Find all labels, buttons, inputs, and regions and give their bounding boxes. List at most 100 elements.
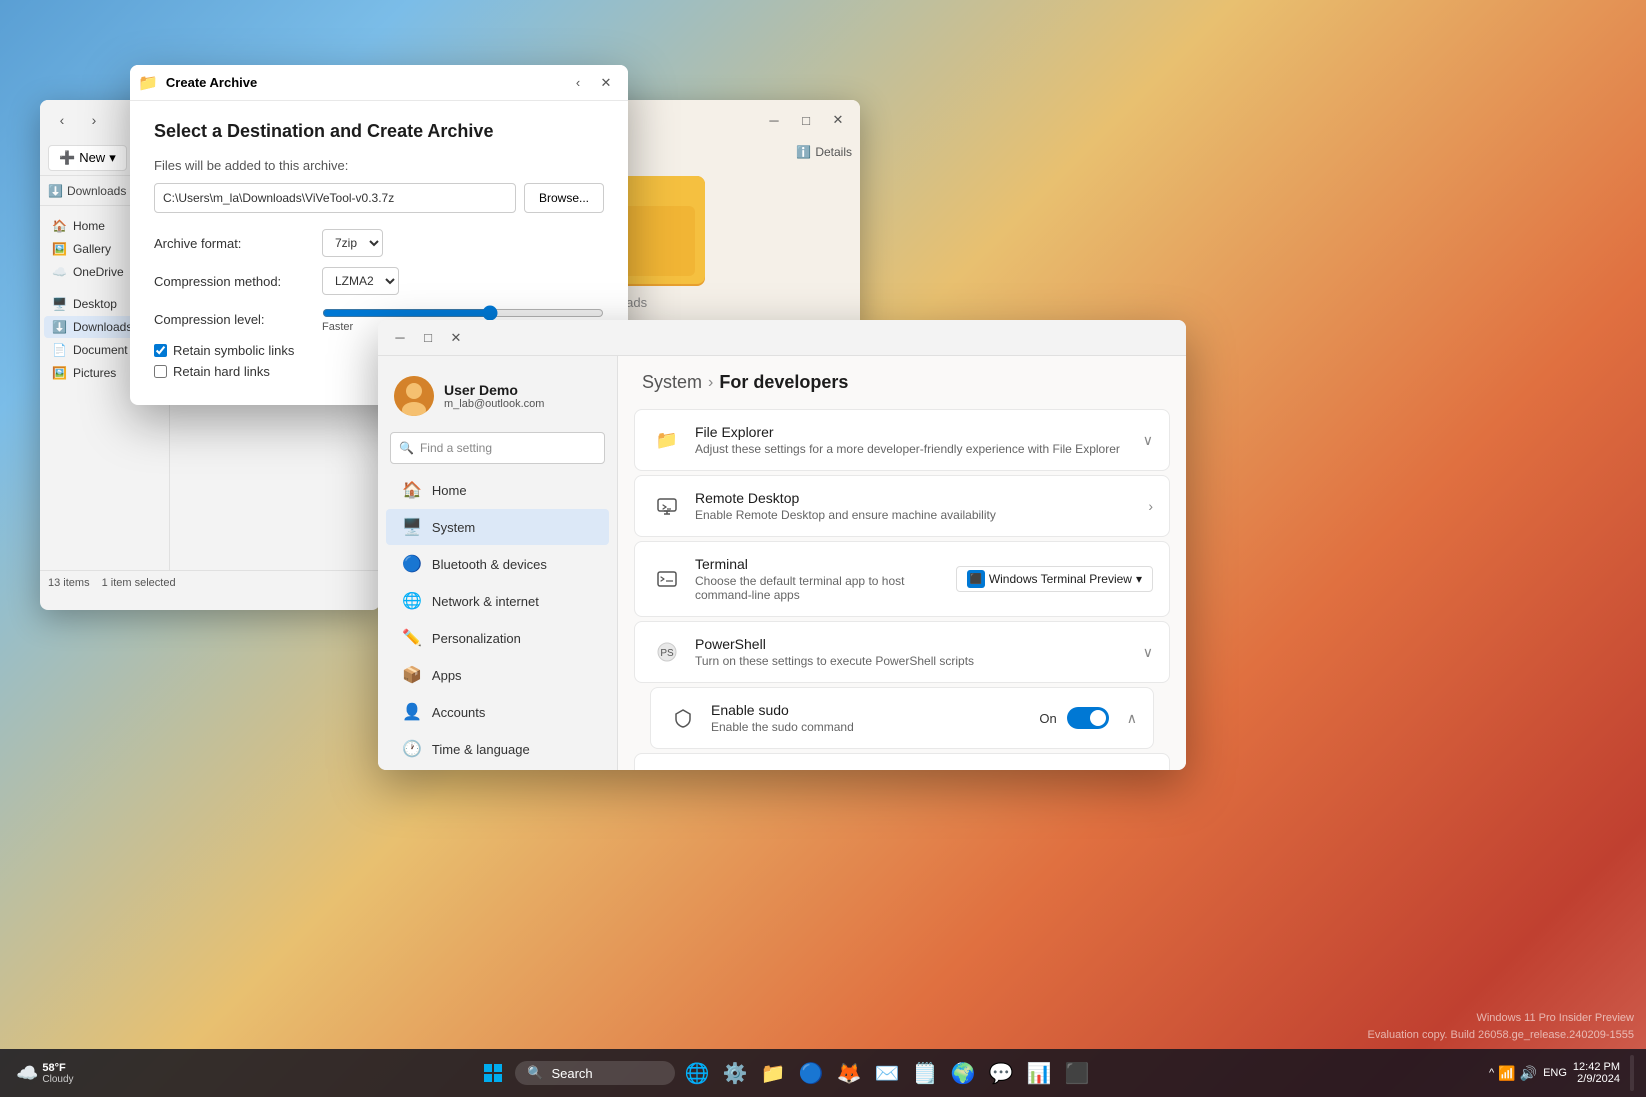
onedrive-icon: ☁️ xyxy=(52,265,67,279)
terminal-select-pill[interactable]: ⬛ Windows Terminal Preview ▾ xyxy=(956,566,1153,592)
sw-search-placeholder: Find a setting xyxy=(420,441,492,455)
sw-item-file-explorer[interactable]: 📁 File Explorer Adjust these settings fo… xyxy=(635,410,1169,470)
details-button[interactable]: ℹ️ Details xyxy=(796,145,852,159)
taskbar-clock[interactable]: 12:42 PM 2/9/2024 xyxy=(1573,1061,1620,1085)
details-label: Details xyxy=(815,145,852,159)
sw-item-remote-desktop[interactable]: Remote Desktop Enable Remote Desktop and… xyxy=(635,476,1169,536)
sw-nav-time[interactable]: 🕐 Time & language xyxy=(386,731,609,767)
ca-archive-format-label: Archive format: xyxy=(154,236,314,251)
sw-minimize-btn[interactable]: ─ xyxy=(386,324,414,352)
file-explorer-item-icon: 📁 xyxy=(651,424,683,456)
volume-tray-icon[interactable]: 🔊 xyxy=(1520,1065,1537,1082)
ca-compression-method-select[interactable]: LZMA2 xyxy=(322,267,399,295)
ca-back-btn[interactable]: ‹ xyxy=(564,69,592,97)
sw-nav-home-label: Home xyxy=(432,483,467,498)
sw-nav-gaming[interactable]: 🎮 Gaming xyxy=(386,768,609,770)
ca-path-input[interactable] xyxy=(154,183,516,213)
remote-desktop-item-icon xyxy=(651,490,683,522)
terminal-value-label: Windows Terminal Preview xyxy=(989,572,1132,586)
weather-icon: ☁️ xyxy=(16,1063,38,1084)
downloads-label: Downloads xyxy=(73,320,132,334)
sudo-configure-chevron-icon: ▾ xyxy=(1145,768,1153,770)
ca-compression-method-label: Compression method: xyxy=(154,274,314,289)
taskbar-app-icon-10[interactable]: 📊 xyxy=(1023,1057,1055,1089)
taskbar-app-icon-7[interactable]: 🗒️ xyxy=(909,1057,941,1089)
sw-item-file-explorer-title: File Explorer xyxy=(695,424,1131,440)
sw-card-terminal: Terminal Choose the default terminal app… xyxy=(634,541,1170,617)
sw-maximize-btn[interactable]: □ xyxy=(414,324,442,352)
taskbar-app-icon-4[interactable]: 🔵 xyxy=(795,1057,827,1089)
thumb-maximize-btn[interactable]: □ xyxy=(792,106,820,134)
taskbar-app-icon-9[interactable]: 💬 xyxy=(985,1057,1017,1089)
thumb-minimize-btn[interactable]: ─ xyxy=(760,106,788,134)
fe-back-btn[interactable]: ‹ xyxy=(48,106,76,134)
avatar xyxy=(394,376,434,416)
taskbar-search-label: Search xyxy=(551,1066,592,1081)
taskbar-app-icon-5[interactable]: 🦊 xyxy=(833,1057,865,1089)
sw-search-box[interactable]: 🔍 Find a setting xyxy=(390,432,605,464)
ca-retain-symbolic-label: Retain symbolic links xyxy=(173,343,294,358)
sw-nav-network[interactable]: 🌐 Network & internet xyxy=(386,583,609,619)
sw-close-btn[interactable]: ✕ xyxy=(442,324,470,352)
sw-sudo-toggle-label: On xyxy=(1039,711,1056,726)
sw-nav-system[interactable]: 🖥️ System xyxy=(386,509,609,545)
taskbar-app-icon-11[interactable]: ⬛ xyxy=(1061,1057,1093,1089)
ca-retain-hard-checkbox[interactable] xyxy=(154,365,167,378)
ca-slider-min: Faster xyxy=(322,321,353,333)
fe-forward-btn[interactable]: › xyxy=(80,106,108,134)
sw-nav-home[interactable]: 🏠 Home xyxy=(386,472,609,508)
taskbar-app-icon-3[interactable]: 📁 xyxy=(757,1057,789,1089)
terminal-chevron-icon: ▾ xyxy=(1136,572,1142,586)
fe-new-button[interactable]: ➕ New ▾ xyxy=(48,145,127,171)
sw-item-sudo-desc: Enable the sudo command xyxy=(711,720,1027,734)
weather-info: 58°F Cloudy xyxy=(42,1062,73,1085)
taskbar-app-icon-1[interactable]: 🌐 xyxy=(681,1057,713,1089)
sw-item-powershell[interactable]: PS PowerShell Turn on these settings to … xyxy=(635,622,1169,682)
fe-new-chevron: ▾ xyxy=(109,150,116,166)
weather-temp: 58°F xyxy=(42,1062,73,1074)
taskbar-weather[interactable]: ☁️ 58°F Cloudy xyxy=(8,1058,82,1089)
sw-nav-personalization[interactable]: ✏️ Personalization xyxy=(386,620,609,656)
ca-archive-format-row: Archive format: 7zip xyxy=(154,229,604,257)
taskbar-search-box[interactable]: 🔍 Search xyxy=(515,1061,675,1085)
ca-close-btn[interactable]: ✕ xyxy=(592,69,620,97)
ca-browse-button[interactable]: Browse... xyxy=(524,183,604,213)
taskbar-app-icon-2[interactable]: ⚙️ xyxy=(719,1057,751,1089)
sw-item-sudo[interactable]: Enable sudo Enable the sudo command On ∧ xyxy=(651,688,1153,748)
sw-sudo-toggle[interactable] xyxy=(1067,707,1109,729)
sw-nav-personalization-label: Personalization xyxy=(432,631,521,646)
sw-sudo-configure-select[interactable]: Inline ▾ xyxy=(1110,768,1153,770)
watermark-line2: Evaluation copy. Build 26058.ge_release.… xyxy=(1368,1027,1634,1044)
sw-nav-bluetooth[interactable]: 🔵 Bluetooth & devices xyxy=(386,546,609,582)
sw-item-remote-desktop-title: Remote Desktop xyxy=(695,490,1136,506)
home-nav-icon: 🏠 xyxy=(402,480,422,500)
sudo-item-icon xyxy=(667,702,699,734)
network-tray-icon[interactable]: 📶 xyxy=(1498,1065,1515,1082)
chevron-up-icon[interactable]: ^ xyxy=(1489,1067,1494,1079)
sw-nav-apps[interactable]: 📦 Apps xyxy=(386,657,609,693)
ca-heading: Select a Destination and Create Archive xyxy=(154,121,604,142)
sw-sudo-configure-row[interactable]: Configure how sudo runs applications Inl… xyxy=(634,753,1170,770)
home-label: Home xyxy=(73,219,105,233)
sw-breadcrumb-separator: › xyxy=(708,374,713,392)
sw-item-terminal[interactable]: Terminal Choose the default terminal app… xyxy=(635,542,1169,616)
ca-archive-format-select[interactable]: 7zip xyxy=(322,229,383,257)
ca-retain-symbolic-checkbox[interactable] xyxy=(154,344,167,357)
taskbar-app-icon-8[interactable]: 🌍 xyxy=(947,1057,979,1089)
sw-breadcrumb-parent[interactable]: System xyxy=(642,372,702,393)
sw-item-powershell-desc: Turn on these settings to execute PowerS… xyxy=(695,654,1131,668)
sw-item-powershell-text: PowerShell Turn on these settings to exe… xyxy=(695,636,1131,668)
thumb-close-btn[interactable]: ✕ xyxy=(824,106,852,134)
sw-item-terminal-text: Terminal Choose the default terminal app… xyxy=(695,556,944,602)
taskbar-app-icon-6[interactable]: ✉️ xyxy=(871,1057,903,1089)
taskbar-lang[interactable]: ENG xyxy=(1543,1067,1567,1079)
downloads-icon: ⬇️ xyxy=(52,320,67,334)
svg-text:PS: PS xyxy=(660,648,674,659)
sw-nav-accounts[interactable]: 👤 Accounts xyxy=(386,694,609,730)
ca-compression-slider[interactable] xyxy=(322,305,604,321)
ca-subtitle: Files will be added to this archive: xyxy=(154,158,604,173)
sw-terminal-action[interactable]: ⬛ Windows Terminal Preview ▾ xyxy=(956,566,1153,592)
show-desktop-btn[interactable] xyxy=(1630,1055,1634,1091)
apps-nav-icon: 📦 xyxy=(402,665,422,685)
start-button[interactable] xyxy=(477,1057,509,1089)
